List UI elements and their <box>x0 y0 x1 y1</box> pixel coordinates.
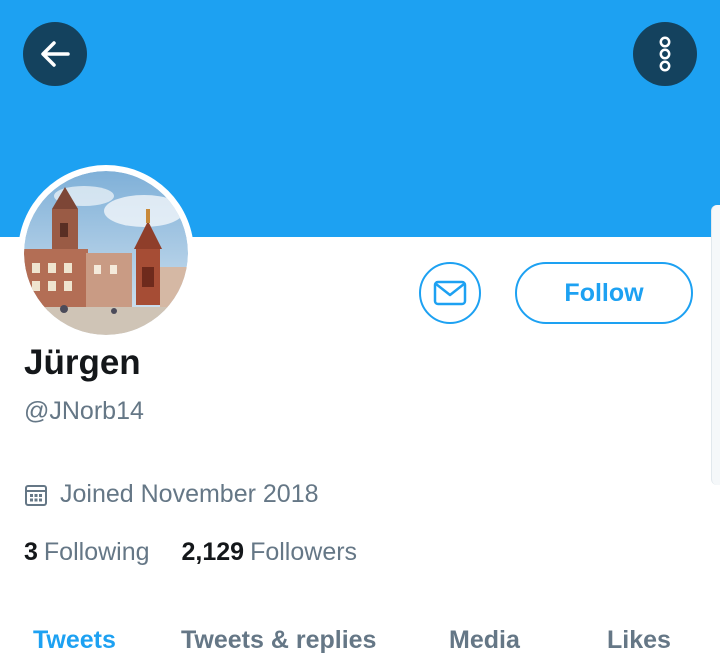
tab-likes[interactable]: Likes <box>607 626 671 655</box>
profile-tabs: Tweets Tweets & replies Media Likes <box>0 622 720 668</box>
display-name: Jürgen <box>24 343 141 382</box>
following-label: Following <box>43 538 150 566</box>
envelope-icon <box>433 280 467 306</box>
avatar-photo <box>24 171 188 335</box>
follow-stats: 3 Following 2,129 Followers <box>24 538 357 567</box>
tab-tweets-and-replies[interactable]: Tweets & replies <box>181 626 376 655</box>
follow-button[interactable]: Follow <box>515 262 693 324</box>
message-button[interactable] <box>419 262 481 324</box>
followers-count: 2,129 <box>181 538 245 566</box>
avatar[interactable] <box>18 165 194 341</box>
tab-tweets[interactable]: Tweets <box>33 626 116 655</box>
joined-date: Joined November 2018 <box>24 480 319 509</box>
back-arrow-icon <box>41 41 70 67</box>
calendar-icon <box>24 483 48 507</box>
vertical-dots-icon <box>659 36 671 72</box>
back-button[interactable] <box>23 22 87 86</box>
user-handle: @JNorb14 <box>24 397 144 425</box>
following-stat[interactable]: 3 Following <box>24 538 150 567</box>
tab-media[interactable]: Media <box>449 626 520 655</box>
followers-label: Followers <box>250 538 358 566</box>
followers-stat[interactable]: 2,129 Followers <box>182 538 358 567</box>
more-options-button[interactable] <box>633 22 697 86</box>
joined-text: Joined November 2018 <box>60 480 319 508</box>
following-count: 3 <box>24 538 38 566</box>
scrollbar[interactable] <box>711 205 720 485</box>
